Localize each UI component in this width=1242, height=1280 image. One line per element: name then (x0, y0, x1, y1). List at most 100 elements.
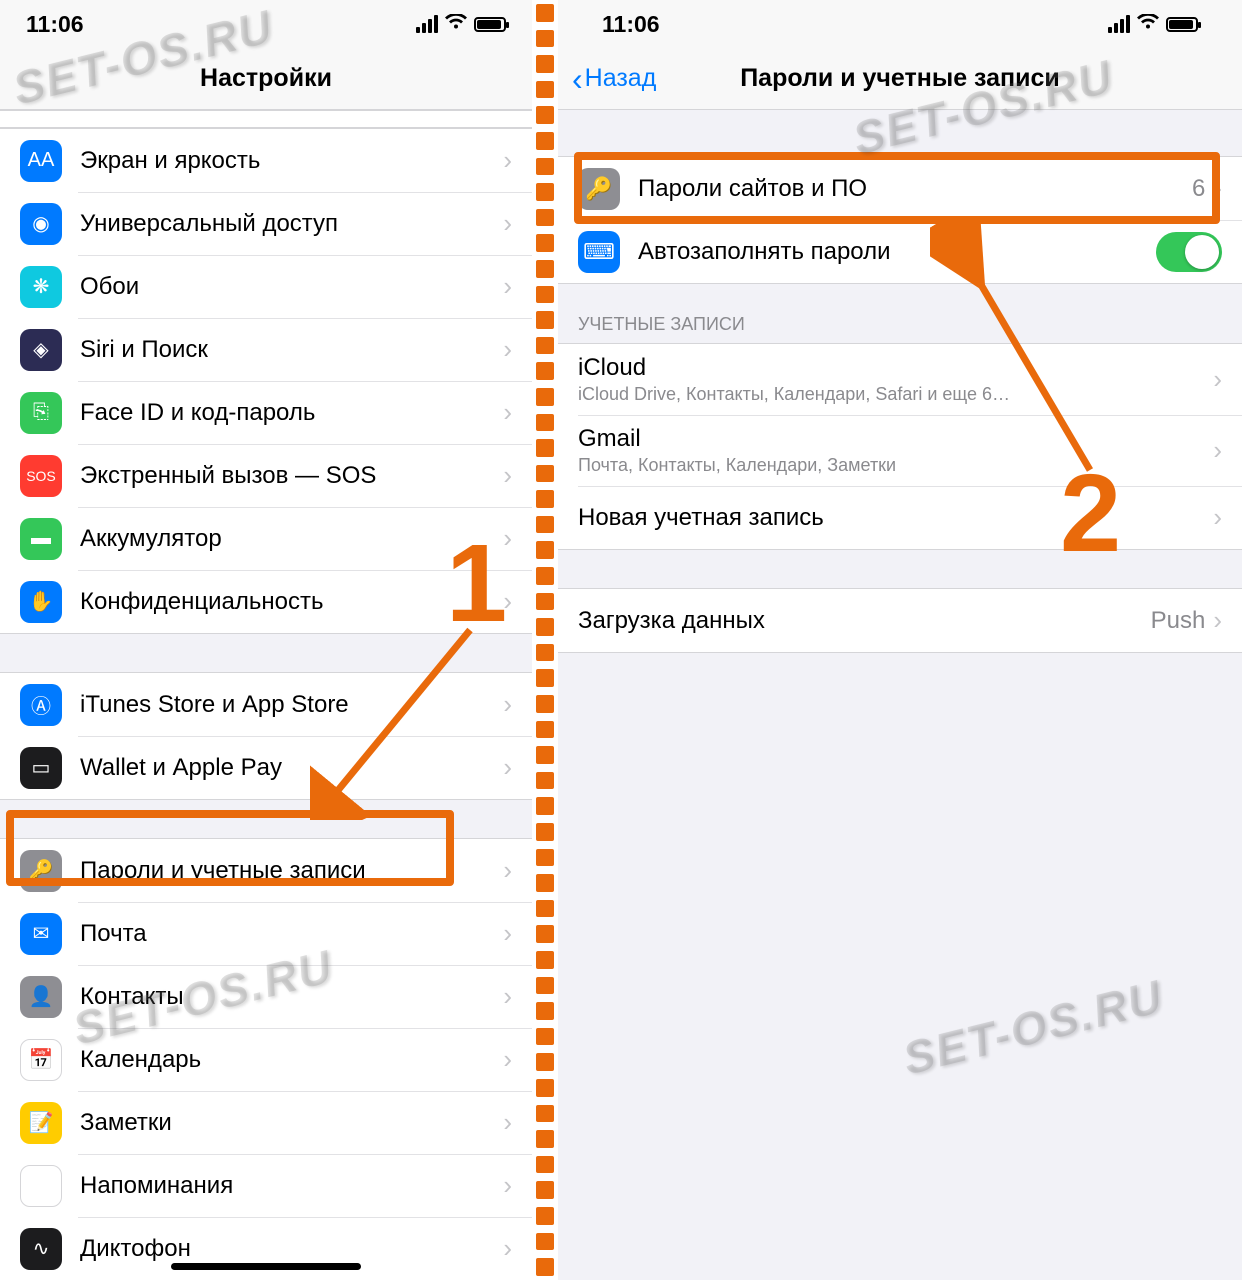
row-icon: 📝 (20, 1102, 62, 1144)
chevron-right-icon: › (503, 397, 512, 428)
settings-row-3[interactable]: ◈ Siri и Поиск › (0, 318, 532, 381)
row-icon: ✋ (20, 581, 62, 623)
row-fetch-data[interactable]: Загрузка данных Push › (558, 589, 1242, 652)
settings-row-3[interactable]: 📅Календарь› (0, 1028, 532, 1091)
status-time: 11:06 (26, 11, 84, 38)
row-label: Напоминания (80, 1172, 495, 1200)
row-icon: ∿ (20, 1228, 62, 1270)
row-label: Face ID и код-пароль (80, 399, 495, 427)
status-bar: 11:06 (558, 0, 1242, 48)
chevron-right-icon: › (503, 1107, 512, 1138)
row-label: Пароли сайтов и ПО (638, 175, 1192, 203)
chevron-right-icon: › (503, 145, 512, 176)
chevron-right-icon: › (503, 752, 512, 783)
row-label: Siri и Поиск (80, 336, 495, 364)
autofill-toggle[interactable] (1156, 232, 1222, 272)
chevron-right-icon: › (503, 208, 512, 239)
row-icon: ◈ (20, 329, 62, 371)
annotation-number-2: 2 (1060, 450, 1121, 577)
account-label: iCloud (578, 354, 1205, 382)
chevron-right-icon: › (503, 689, 512, 720)
status-time: 11:06 (602, 11, 660, 38)
chevron-left-icon: ‹ (572, 63, 583, 95)
back-button[interactable]: ‹ Назад (572, 63, 656, 95)
annotation-arrow-1 (310, 620, 490, 820)
row-detail: Push (1151, 607, 1206, 635)
row-icon: 👤 (20, 976, 62, 1018)
row-icon: AA (20, 140, 62, 182)
row-label: Контакты (80, 983, 495, 1011)
wifi-icon (1137, 14, 1159, 35)
settings-row-6[interactable]: ∿ Диктофон › (0, 1217, 532, 1280)
cellular-icon (416, 15, 438, 33)
settings-row-0[interactable]: 🔑 Пароли и учетные записи › (0, 839, 532, 902)
row-label: Экстренный вызов — SOS (80, 462, 495, 490)
row-icon: ▬ (20, 518, 62, 560)
row-icon: ❋ (20, 266, 62, 308)
row-label: Загрузка данных (578, 607, 1151, 635)
row-label: Календарь (80, 1046, 495, 1074)
row-label: Универсальный доступ (80, 210, 495, 238)
nav-bar: ‹ Назад Пароли и учетные записи (558, 48, 1242, 110)
chevron-right-icon: › (503, 981, 512, 1012)
row-label: Конфиденциальность (80, 588, 495, 616)
wifi-icon (445, 14, 467, 35)
row-icon: ⋮ (20, 1165, 62, 1207)
settings-row-0[interactable]: AA Экран и яркость › (0, 129, 532, 192)
chevron-right-icon: › (503, 918, 512, 949)
nav-title: Настройки (200, 64, 332, 93)
row-label: Диктофон (80, 1235, 495, 1263)
row-icon: ⎘ (20, 392, 62, 434)
accounts-section-header: УЧЕТНЫЕ ЗАПИСИ (558, 284, 1242, 343)
settings-row-1[interactable]: ◉ Универсальный доступ › (0, 192, 532, 255)
account-row-1[interactable]: GmailПочта, Контакты, Календари, Заметки… (558, 415, 1242, 486)
row-autofill-passwords[interactable]: ⌨ Автозаполнять пароли (558, 220, 1242, 283)
row-icon: SOS (20, 455, 62, 497)
account-row-0[interactable]: iCloudiCloud Drive, Контакты, Календари,… (558, 344, 1242, 415)
settings-row-5[interactable]: ⋮ Напоминания › (0, 1154, 532, 1217)
chevron-right-icon: › (503, 1170, 512, 1201)
account-row-2[interactable]: Новая учетная запись› (558, 486, 1242, 549)
row-label: Заметки (80, 1109, 495, 1137)
cellular-icon (1108, 15, 1130, 33)
nav-title: Пароли и учетные записи (740, 64, 1060, 93)
chevron-right-icon: › (1213, 173, 1222, 204)
row-detail: 6 (1192, 175, 1205, 203)
row-icon: ◉ (20, 203, 62, 245)
row-label: Обои (80, 273, 495, 301)
battery-icon (1166, 17, 1198, 32)
chevron-right-icon: › (503, 855, 512, 886)
chevron-right-icon: › (1213, 435, 1222, 466)
settings-row-4[interactable]: 📝 Заметки › (0, 1091, 532, 1154)
row-label: Аккумулятор (80, 525, 495, 553)
keyboard-icon: ⌨ (578, 231, 620, 273)
row-icon: 🔑 (20, 850, 62, 892)
row-website-passwords[interactable]: 🔑 Пароли сайтов и ПО 6 › (558, 157, 1242, 220)
screenshot-divider (532, 0, 558, 1280)
status-bar: 11:06 (0, 0, 532, 48)
key-icon: 🔑 (578, 168, 620, 210)
row-icon: Ⓐ (20, 684, 62, 726)
row-icon: ✉ (20, 913, 62, 955)
home-indicator (171, 1263, 361, 1270)
back-label: Назад (585, 64, 657, 93)
battery-icon (474, 17, 506, 32)
row-label: Экран и яркость (80, 147, 495, 175)
settings-row-5[interactable]: SOS Экстренный вызов — SOS › (0, 444, 532, 507)
annotation-number-1: 1 (446, 520, 507, 647)
row-label: Пароли и учетные записи (80, 857, 495, 885)
settings-row-1[interactable]: ✉ Почта › (0, 902, 532, 965)
settings-row-2[interactable]: ❋ Обои › (0, 255, 532, 318)
chevron-right-icon: › (503, 334, 512, 365)
account-sublabel: iCloud Drive, Контакты, Календари, Safar… (578, 384, 1205, 405)
settings-row-4[interactable]: ⎘ Face ID и код-пароль › (0, 381, 532, 444)
chevron-right-icon: › (503, 271, 512, 302)
settings-row-2[interactable]: 👤 Контакты › (0, 965, 532, 1028)
chevron-right-icon: › (1213, 364, 1222, 395)
chevron-right-icon: › (503, 1233, 512, 1264)
account-label: Gmail (578, 425, 1205, 453)
chevron-right-icon: › (503, 1044, 512, 1075)
chevron-right-icon: › (503, 460, 512, 491)
screenshot-right: 11:06 ‹ Назад Пароли и учетные записи 🔑 … (558, 0, 1242, 1280)
row-label: Почта (80, 920, 495, 948)
